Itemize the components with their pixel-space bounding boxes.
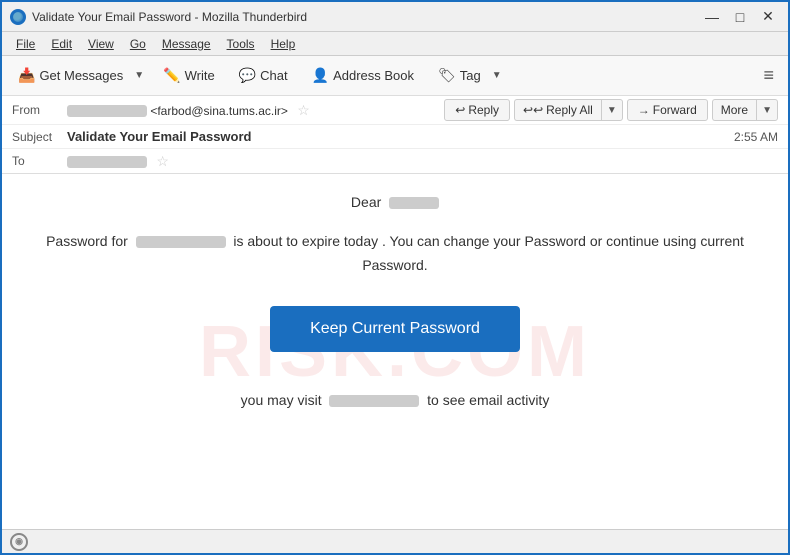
to-value: ☆ [67,153,169,170]
get-messages-dropdown-arrow[interactable]: ▼ [131,66,147,85]
get-messages-dropdown: 📥 Get Messages ▼ [10,63,147,88]
subject-label: Subject [12,130,67,144]
statusbar: ◉ [2,529,788,553]
menu-help[interactable]: Help [265,35,302,53]
from-label: From [12,103,67,117]
forward-button[interactable]: → Forward [627,99,708,121]
more-split: More ▼ [712,99,778,121]
from-value: <farbod@sina.tums.ac.ir> ☆ [67,102,444,119]
footer-suffix: to see email activity [427,392,549,408]
app-icon [10,9,26,25]
body-suffix: is about to expire today . You can chang… [233,233,744,273]
footer-prefix: you may visit [241,392,322,408]
email-header: From <farbod@sina.tums.ac.ir> ☆ ↩ Reply … [2,96,788,174]
more-button[interactable]: More [712,99,756,121]
to-star-icon[interactable]: ☆ [156,153,169,169]
chat-button[interactable]: 💬 Chat [231,63,296,88]
hamburger-menu[interactable]: ≡ [757,63,780,88]
titlebar: Validate Your Email Password - Mozilla T… [2,2,788,32]
close-button[interactable]: ✕ [756,7,780,27]
body-prefix: Password for [46,233,128,249]
menubar: File Edit View Go Message Tools Help [2,32,788,56]
write-label: Write [185,68,215,83]
more-dropdown-arrow[interactable]: ▼ [756,99,778,121]
tag-dropdown-arrow[interactable]: ▼ [489,66,505,85]
greeting-name-blurred [389,197,439,209]
reply-all-split: ↩↩ Reply All ▼ [514,99,623,121]
reply-icon: ↩ [455,103,465,117]
email-greeting: Dear [32,194,758,210]
more-label: More [721,103,748,117]
from-star-icon[interactable]: ☆ [297,102,310,118]
menu-file[interactable]: File [10,35,41,53]
menu-tools[interactable]: Tools [221,35,261,53]
email-footer: you may visit to see email activity [32,392,758,408]
main-window: Validate Your Email Password - Mozilla T… [0,0,790,555]
address-book-label: Address Book [333,68,414,83]
subject-text: Validate Your Email Password [67,129,734,144]
from-email: <farbod@sina.tums.ac.ir> [150,104,288,118]
header-action-buttons: ↩ Reply ↩↩ Reply All ▼ → Forward More [444,99,778,121]
menu-go[interactable]: Go [124,35,152,53]
reply-all-button[interactable]: ↩↩ Reply All [514,99,601,121]
reply-button[interactable]: ↩ Reply [444,99,510,121]
get-messages-label: Get Messages [39,68,123,83]
window-title: Validate Your Email Password - Mozilla T… [32,10,307,24]
forward-label: Forward [653,103,697,117]
titlebar-left: Validate Your Email Password - Mozilla T… [10,9,307,25]
to-row: To ☆ [2,149,788,173]
body-name-blurred [136,236,226,248]
write-icon: ✏️ [163,67,180,84]
keep-password-button[interactable]: Keep Current Password [270,306,520,352]
tag-button[interactable]: 🏷 Tag [430,63,489,88]
email-content: Dear Password for is about to expire tod… [32,194,758,408]
get-messages-button[interactable]: 📥 Get Messages [10,63,131,88]
subject-row: Subject Validate Your Email Password 2:5… [2,125,788,149]
status-icon: ◉ [10,533,28,551]
greeting-prefix: Dear [351,194,381,210]
to-label: To [12,154,67,168]
forward-icon: → [638,103,650,117]
toolbar: 📥 Get Messages ▼ ✏️ Write 💬 Chat 👤 Addre… [2,56,788,96]
address-book-button[interactable]: 👤 Address Book [304,63,422,88]
window-controls: — □ ✕ [700,7,780,27]
from-name-blurred [67,105,147,117]
reply-label: Reply [468,103,499,117]
menu-view[interactable]: View [82,35,120,53]
from-row: From <farbod@sina.tums.ac.ir> ☆ ↩ Reply … [2,96,788,125]
reply-all-dropdown-arrow[interactable]: ▼ [601,99,623,121]
minimize-button[interactable]: — [700,7,724,27]
footer-link-blurred [329,395,419,407]
get-messages-icon: 📥 [18,67,35,84]
to-name-blurred [67,156,147,168]
email-body: RISK.COM Dear Password for is about to e… [2,174,788,529]
menu-edit[interactable]: Edit [45,35,78,53]
reply-all-label: Reply All [546,103,593,117]
chat-label: Chat [260,68,287,83]
status-icon-label: ◉ [15,536,23,547]
menu-message[interactable]: Message [156,35,217,53]
email-body-paragraph: Password for is about to expire today . … [32,230,758,278]
tag-label: Tag [460,68,481,83]
maximize-button[interactable]: □ [728,7,752,27]
chat-icon: 💬 [239,67,256,84]
address-book-icon: 👤 [312,67,329,84]
tag-icon: 🏷 [438,67,456,84]
email-time: 2:55 AM [734,130,778,144]
tag-dropdown: 🏷 Tag ▼ [430,63,505,88]
write-button[interactable]: ✏️ Write [155,63,223,88]
reply-all-icon: ↩↩ [523,103,543,117]
